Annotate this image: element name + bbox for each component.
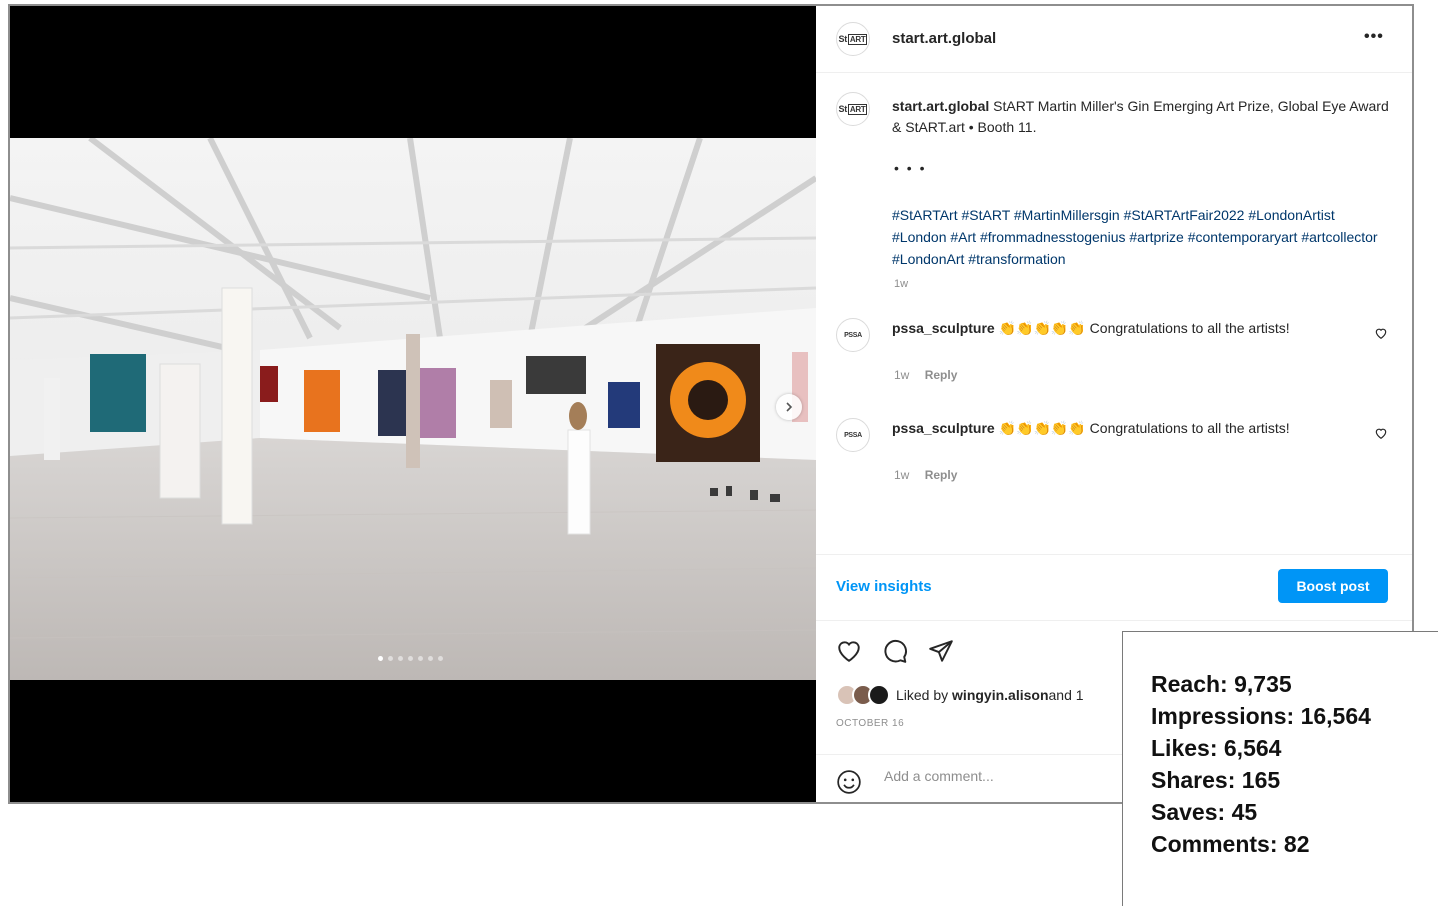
stat-label: Reach [1151,671,1221,697]
comment-like-heart-icon[interactable] [1374,326,1388,340]
carousel-indicator [378,656,443,661]
speech-bubble-icon [884,639,907,663]
caption-username[interactable]: start.art.global [892,98,989,114]
paper-plane-icon [929,640,953,662]
liker-avatar [868,684,890,706]
caption-hashtags[interactable]: #StARTArt #StART #MartinMillersgin #StAR… [892,204,1392,270]
like-button[interactable] [836,638,862,664]
gallery-photo-illustration [10,138,816,680]
comment-item: PSSA pssa_sculpture 👏👏👏👏👏 Congratulation… [816,318,1412,398]
commenter-avatar[interactable]: PSSA [836,318,870,352]
stat-reach: Reach: 9,735 [1151,671,1292,697]
actions-divider [816,620,1412,621]
clap-emoji: 👏👏👏👏👏 [998,320,1086,336]
stat-label: Shares [1151,767,1228,793]
avatar-text: St [838,34,848,44]
comment-time: 1w [894,468,910,482]
comment-time: 1w [894,368,910,382]
boost-post-button[interactable]: Boost post [1278,569,1388,603]
comment-body: Congratulations to all the artists! [1085,320,1290,336]
stat-value: 82 [1283,831,1310,857]
reply-button[interactable]: Reply [925,368,958,382]
carousel-dot[interactable] [408,656,413,661]
stat-likes: Likes: 6,564 [1151,735,1282,761]
clap-emoji: 👏👏👏👏👏 [998,420,1086,436]
stat-label: Likes [1151,735,1210,761]
stat-value: 45 [1231,799,1258,825]
avatar-boxed-text: ART [847,33,868,45]
header-divider [816,72,1412,73]
stat-value: 6,564 [1223,735,1282,761]
stat-saves: Saves: 45 [1151,799,1258,825]
comment-text: pssa_sculpture 👏👏👏👏👏 Congratulations to … [892,418,1312,439]
post-header: St ART start.art.global ••• [816,6,1412,72]
comment-text: pssa_sculpture 👏👏👏👏👏 Congratulations to … [892,318,1312,339]
stat-value: 16,564 [1300,703,1371,729]
stat-label: Impressions [1151,703,1287,729]
commenter-avatar[interactable]: PSSA [836,418,870,452]
carousel-dot[interactable] [378,656,383,661]
comment-username[interactable]: pssa_sculpture [892,320,995,336]
more-options-button[interactable]: ••• [1364,28,1384,46]
post-media [10,6,816,802]
chevron-right-icon [786,402,793,412]
header-username[interactable]: start.art.global [892,30,996,47]
liked-by-row: Liked by wingyin.alison and 1 [836,684,1084,706]
comment-meta: 1w Reply [894,468,969,482]
carousel-dot[interactable] [398,656,403,661]
carousel-dot[interactable] [428,656,433,661]
carousel-dot[interactable] [388,656,393,661]
stat-value: 165 [1241,767,1281,793]
stat-comments: Comments: 82 [1151,831,1310,857]
caption-timestamp: 1w [894,278,909,290]
carousel-dot[interactable] [438,656,443,661]
carousel-next-button[interactable] [776,394,802,420]
comment-username[interactable]: pssa_sculpture [892,420,995,436]
emoji-smiley-icon[interactable] [836,769,862,795]
comment-like-heart-icon[interactable] [1374,426,1388,440]
share-button[interactable] [928,638,954,664]
stat-shares: Shares: 165 [1151,767,1281,793]
stat-value: 9,735 [1234,671,1292,697]
stat-label: Comments [1151,831,1270,857]
post-date: OCTOBER 16 [836,718,905,729]
gallery-photo[interactable] [10,138,816,680]
avatar-boxed-text: ART [847,103,868,115]
liked-by-username[interactable]: wingyin.alison [952,687,1048,703]
comment-button[interactable] [882,638,908,664]
caption-ellipsis: • • • [894,160,927,176]
carousel-dot[interactable] [418,656,423,661]
stat-label: Saves [1151,799,1218,825]
comment-item: PSSA pssa_sculpture 👏👏👏👏👏 Congratulation… [816,418,1412,498]
reply-button[interactable]: Reply [925,468,958,482]
heart-icon [838,641,860,662]
liker-avatars[interactable] [836,684,890,706]
liked-by-suffix[interactable]: and 1 [1049,687,1084,703]
stat-impressions: Impressions: 16,564 [1151,703,1371,729]
insights-divider [816,554,1412,555]
view-insights-link[interactable]: View insights [836,578,932,595]
avatar-text: St [838,104,848,114]
comment-meta: 1w Reply [894,368,969,382]
post-actions [836,638,954,664]
post-stats-panel: Reach: 9,735 Impressions: 16,564 Likes: … [1122,631,1438,906]
account-avatar[interactable]: St ART [836,22,870,56]
liked-by-prefix: Liked by [896,687,949,703]
post-caption: start.art.global StART Martin Miller's G… [892,96,1392,138]
comment-body: Congratulations to all the artists! [1085,420,1290,436]
caption-avatar[interactable]: St ART [836,92,870,126]
